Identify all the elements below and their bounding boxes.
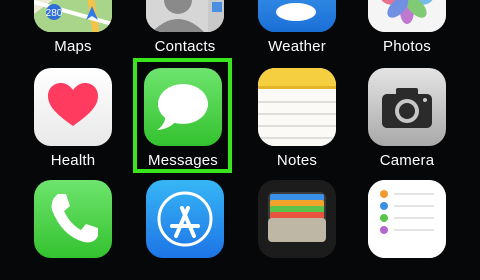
app-health[interactable]: Health <box>34 68 112 169</box>
app-maps[interactable]: 280 Maps <box>34 0 112 55</box>
app-contacts[interactable]: Contacts <box>146 0 224 55</box>
maps-icon: 280 <box>34 0 112 32</box>
wallet-icon <box>258 180 336 258</box>
svg-text:280: 280 <box>46 8 63 19</box>
app-label: Notes <box>276 152 318 169</box>
app-phone[interactable] <box>34 180 112 280</box>
app-notes[interactable]: Notes <box>258 68 336 169</box>
app-wallet[interactable] <box>258 180 336 280</box>
notes-icon <box>258 68 336 146</box>
app-label: Photos <box>383 38 431 55</box>
app-weather[interactable]: Weather <box>258 0 336 55</box>
photos-icon <box>368 0 446 32</box>
app-label: Maps <box>54 38 92 55</box>
app-label: Weather <box>268 38 326 55</box>
app-store-icon <box>146 180 224 258</box>
contacts-icon <box>146 0 224 32</box>
highlight-box <box>133 58 232 173</box>
reminders-icon <box>368 180 446 258</box>
app-label: Camera <box>379 152 435 169</box>
app-photos[interactable]: Photos <box>368 0 446 55</box>
weather-icon <box>258 0 336 32</box>
app-app-store[interactable] <box>146 180 224 280</box>
health-icon <box>34 68 112 146</box>
app-label: Contacts <box>154 38 216 55</box>
phone-icon <box>34 180 112 258</box>
app-camera[interactable]: Camera <box>368 68 446 169</box>
camera-icon <box>368 68 446 146</box>
app-label: Health <box>50 152 96 169</box>
app-reminders[interactable] <box>368 180 446 280</box>
